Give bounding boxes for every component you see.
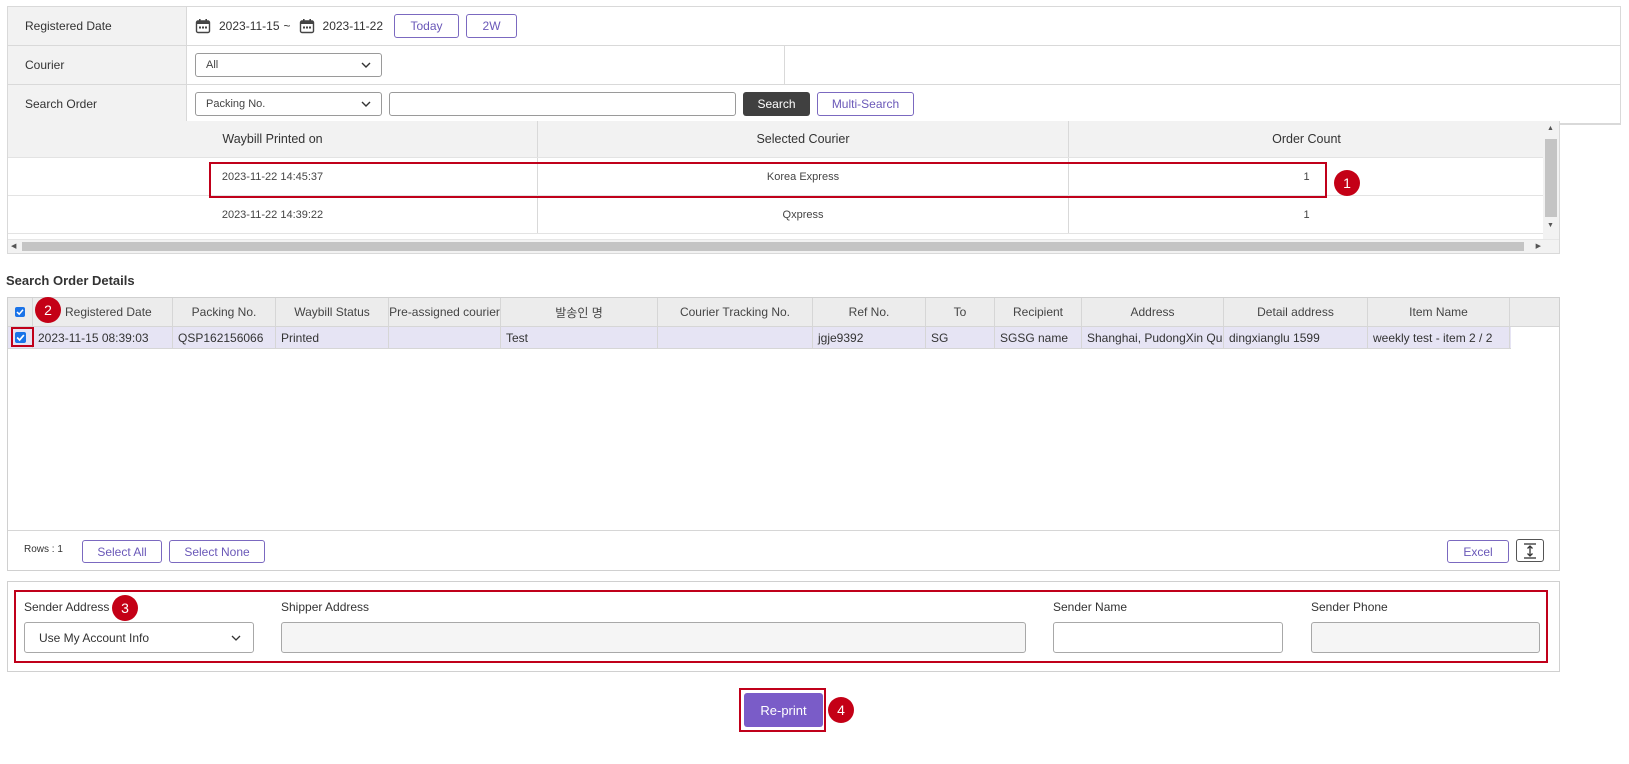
- today-button[interactable]: Today: [394, 14, 460, 38]
- filter-row-registered-date: Registered Date 2023-11-15 ~ 2023-11-22 …: [8, 7, 1620, 46]
- scroll-down-arrow-icon[interactable]: ▼: [1547, 222, 1554, 230]
- reprint-button[interactable]: Re-print: [744, 693, 823, 727]
- courier-label: Courier: [8, 46, 187, 84]
- filter-row-search-order: Search Order Packing No. Search Multi-Se…: [8, 85, 1620, 124]
- search-input[interactable]: [389, 92, 736, 116]
- filter-row-courier: Courier All: [8, 46, 1620, 85]
- scroll-left-arrow-icon[interactable]: ◀: [11, 243, 16, 251]
- column-header-order-count[interactable]: Order Count: [1069, 121, 1544, 157]
- sender-phone-field[interactable]: [1311, 622, 1540, 653]
- address-cell: Shanghai, PudongXin Qu: [1082, 327, 1224, 348]
- checkmark-icon: [16, 309, 24, 316]
- filter-panel: Registered Date 2023-11-15 ~ 2023-11-22 …: [7, 6, 1621, 125]
- date-from-picker[interactable]: 2023-11-15: [195, 18, 280, 34]
- grid-footer: Rows : 1 Select All Select None Excel: [8, 530, 1559, 570]
- search-field-selected-value: Packing No.: [206, 98, 266, 110]
- two-weeks-button[interactable]: 2W: [466, 14, 518, 38]
- column-header-to[interactable]: To: [926, 298, 995, 326]
- column-header-address[interactable]: Address: [1082, 298, 1224, 326]
- excel-button[interactable]: Excel: [1447, 540, 1509, 563]
- date-from-value: 2023-11-15: [219, 19, 280, 33]
- date-to-picker[interactable]: 2023-11-22: [299, 18, 384, 34]
- sender-address-label: Sender Address: [24, 600, 110, 614]
- table-row[interactable]: 2023-11-22 14:39:22 Qxpress 1: [8, 196, 1559, 234]
- search-field-select[interactable]: Packing No.: [195, 92, 382, 116]
- column-header-item-name[interactable]: Item Name: [1368, 298, 1510, 326]
- chevron-down-icon: [361, 101, 371, 107]
- sender-name-label: Sender Name: [1053, 600, 1128, 614]
- select-all-checkbox[interactable]: [15, 307, 25, 317]
- select-all-checkbox-cell[interactable]: [8, 298, 33, 326]
- sender-name-field[interactable]: [1053, 622, 1283, 653]
- multi-search-button[interactable]: Multi-Search: [817, 92, 914, 116]
- table-row[interactable]: 2023-11-15 08:39:03 QSP162156066 Printed…: [8, 327, 1511, 349]
- courier-selected-value: All: [206, 59, 219, 71]
- column-header-detail-address[interactable]: Detail address: [1224, 298, 1368, 326]
- date-to-value: 2023-11-22: [322, 19, 384, 33]
- column-header-packing-no[interactable]: Packing No.: [173, 298, 276, 326]
- chevron-down-icon: [231, 635, 241, 641]
- column-header-sender-name[interactable]: 발송인 명: [501, 298, 658, 326]
- order-grid-header: Registered Date Packing No. Waybill Stat…: [8, 298, 1559, 327]
- scrollbar-thumb[interactable]: [1545, 139, 1557, 217]
- courier-select[interactable]: All: [195, 53, 382, 77]
- horizontal-scrollbar[interactable]: ◀ ▶: [8, 239, 1559, 253]
- step-badge-3: 3: [112, 595, 138, 621]
- registered-date-label: Registered Date: [8, 7, 187, 45]
- waybill-status-cell: Printed: [276, 327, 389, 348]
- ref-no-cell: jgje9392: [813, 327, 926, 348]
- resize-vertical-icon: [1524, 542, 1536, 559]
- detail-address-cell: dingxianglu 1599: [1224, 327, 1368, 348]
- sender-address-selected-value: Use My Account Info: [39, 630, 150, 645]
- highlight-box: [11, 327, 34, 347]
- pre-assigned-courier-cell: [389, 327, 501, 348]
- order-count-cell: 1: [1303, 208, 1310, 221]
- sender-name-cell: Test: [501, 327, 658, 348]
- step-badge-2: 2: [35, 297, 61, 323]
- calendar-icon: [195, 19, 211, 34]
- registered-date-cell: 2023-11-15 08:39:03: [33, 327, 173, 348]
- column-header-waybill-status[interactable]: Waybill Status: [276, 298, 389, 326]
- column-header-ref-no[interactable]: Ref No.: [813, 298, 926, 326]
- shipper-address-field[interactable]: [281, 622, 1026, 653]
- highlight-box: [209, 162, 1327, 198]
- shipper-address-label: Shipper Address: [281, 600, 370, 614]
- calendar-icon: [299, 19, 314, 34]
- order-details-grid: Registered Date Packing No. Waybill Stat…: [7, 297, 1560, 571]
- scroll-right-arrow-icon[interactable]: ▶: [1536, 243, 1541, 251]
- column-header-printed-on[interactable]: Waybill Printed on: [8, 121, 538, 157]
- sender-address-select[interactable]: Use My Account Info: [24, 622, 254, 653]
- column-header-recipient[interactable]: Recipient: [995, 298, 1082, 326]
- tracking-no-cell: [658, 327, 813, 348]
- scrollbar-thumb[interactable]: [22, 242, 1524, 251]
- chevron-down-icon: [361, 62, 371, 68]
- expand-height-button[interactable]: [1516, 539, 1544, 562]
- scroll-up-arrow-icon[interactable]: ▲: [1547, 125, 1554, 133]
- courier-cell: Qxpress: [538, 196, 1069, 233]
- search-button[interactable]: Search: [743, 92, 810, 116]
- step-badge-4: 4: [828, 697, 854, 723]
- column-header-tracking-no[interactable]: Courier Tracking No.: [658, 298, 813, 326]
- to-cell: SG: [926, 327, 995, 348]
- select-all-button[interactable]: Select All: [82, 540, 162, 563]
- column-header-pre-assigned-courier[interactable]: Pre-assigned courier: [389, 298, 501, 326]
- vertical-scrollbar[interactable]: ▲ ▼: [1543, 121, 1559, 239]
- column-divider: [784, 46, 785, 85]
- waybill-grid-header: Waybill Printed on Selected Courier Orde…: [8, 121, 1559, 158]
- recipient-cell: SGSG name: [995, 327, 1082, 348]
- search-order-label: Search Order: [8, 85, 187, 123]
- section-title: Search Order Details: [6, 273, 135, 288]
- select-none-button[interactable]: Select None: [169, 540, 265, 563]
- column-header-selected-courier[interactable]: Selected Courier: [538, 121, 1069, 157]
- sender-phone-label: Sender Phone: [1311, 600, 1388, 614]
- packing-no-cell: QSP162156066: [173, 327, 276, 348]
- printed-on-cell: 2023-11-22 14:39:22: [8, 196, 538, 233]
- item-name-cell: weekly test - item 2 / 2: [1368, 327, 1510, 348]
- step-badge-1: 1: [1334, 170, 1360, 196]
- rows-count: Rows : 1: [24, 544, 63, 555]
- date-separator: ~: [283, 19, 291, 33]
